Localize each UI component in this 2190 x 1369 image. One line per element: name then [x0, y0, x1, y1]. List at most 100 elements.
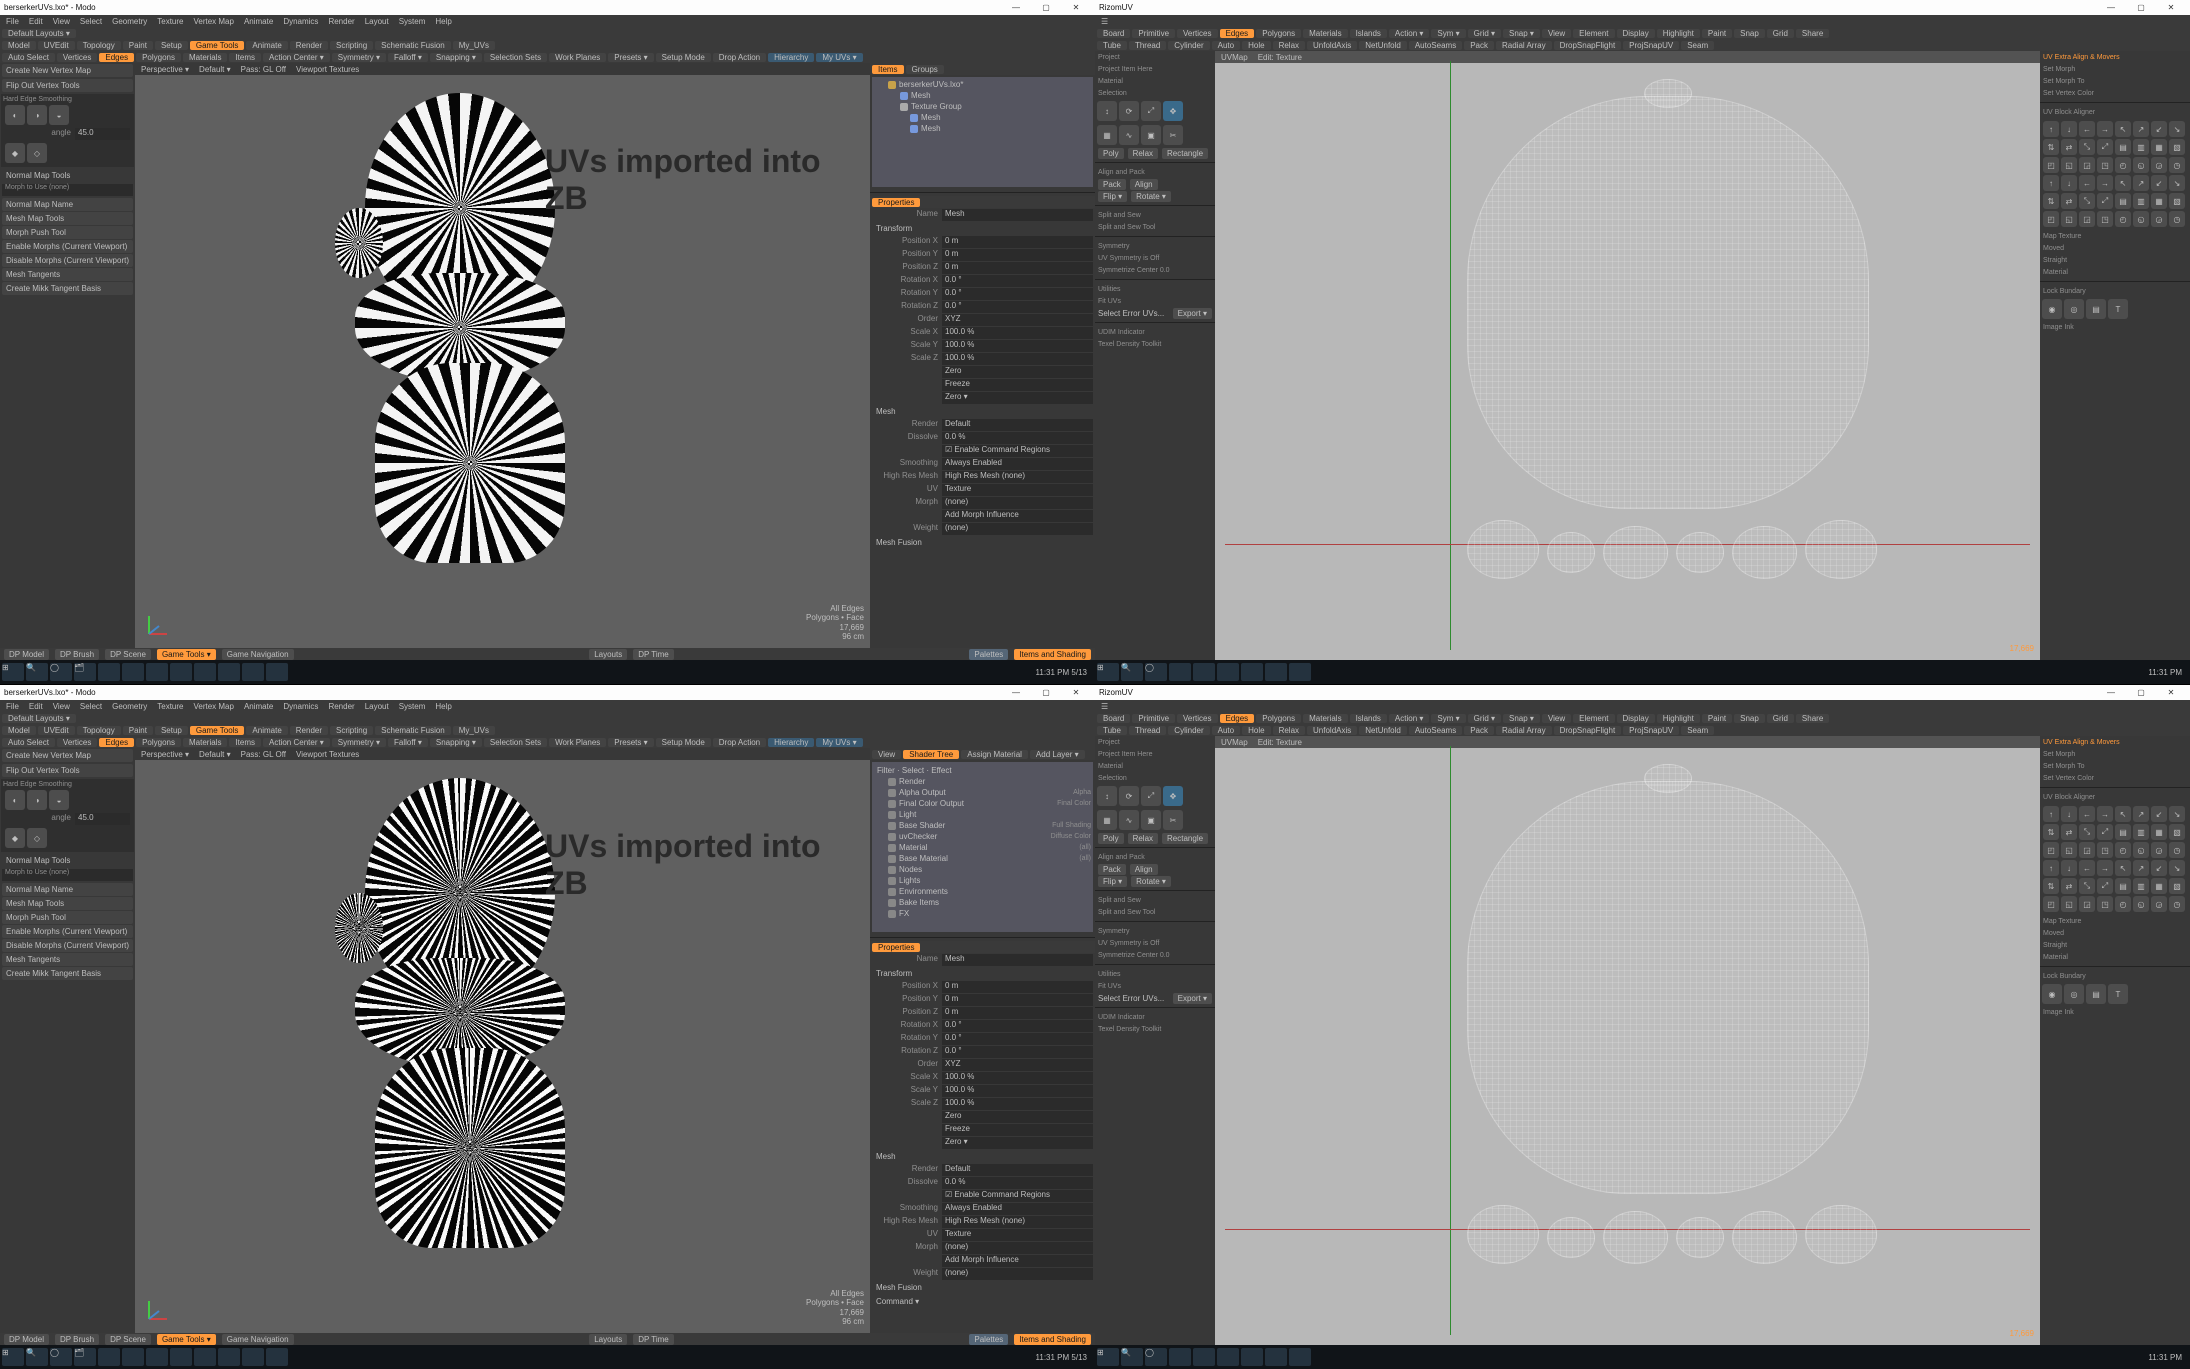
uv-ink3-icon[interactable]: ▤ — [2086, 984, 2106, 1004]
max-icon[interactable]: ▢ — [1031, 3, 1061, 12]
uv-project[interactable]: Project — [1095, 736, 1215, 748]
align-tool-2-icon[interactable]: ← — [2079, 121, 2095, 137]
sec-mesh[interactable]: Mesh — [872, 1150, 1093, 1163]
app7-icon[interactable] — [242, 663, 264, 681]
uv-fit[interactable]: Fit UVs — [1095, 295, 1215, 307]
uv-splitsew-tool[interactable]: Split and Sew Tool — [1095, 221, 1215, 233]
uv-ink1-icon[interactable]: ◉ — [2042, 984, 2062, 1004]
quick-hierarchy[interactable]: Hierarchy — [768, 53, 814, 62]
item-tree[interactable]: berserkerUVs.lxo* Mesh Texture Group Mes… — [872, 77, 1093, 187]
align-tool-30-icon[interactable]: ↙ — [2151, 175, 2167, 191]
tab-vertices[interactable]: Vertices — [1177, 714, 1217, 723]
align-tool-28-icon[interactable]: ↖ — [2115, 175, 2131, 191]
prop-rotation-z[interactable]: 0.0 ° — [942, 1046, 1093, 1058]
tab-tube[interactable]: Tube — [1097, 41, 1127, 50]
modo-menubar[interactable]: FileEditViewSelectGeometryTextureVertex … — [0, 700, 1095, 712]
tab-setup-mode[interactable]: Setup Mode — [656, 53, 711, 62]
vp-default-[interactable]: Default ▾ — [199, 750, 231, 759]
tab-action-center-[interactable]: Action Center ▾ — [263, 53, 330, 62]
uv-material[interactable]: Material — [1095, 760, 1215, 772]
properties-tab[interactable]: Properties — [872, 198, 920, 207]
clock2[interactable]: 11:31 PM — [2142, 1353, 2188, 1362]
prop-position-z[interactable]: 0 m — [942, 262, 1093, 274]
uv-flip-btn[interactable]: Flip ▾ — [1098, 191, 1127, 202]
shader-light[interactable]: Light — [874, 809, 1091, 820]
hardedge-c-icon[interactable]: ◒ — [49, 790, 69, 810]
item-normal-map-name[interactable]: Normal Map Name — [2, 198, 133, 211]
app8-icon[interactable] — [266, 663, 288, 681]
menu-render[interactable]: Render — [328, 17, 354, 26]
menu-file[interactable]: File — [6, 17, 19, 26]
uv-selerr[interactable]: Select Error UVs... — [1098, 309, 1164, 318]
tab-unfoldaxis[interactable]: UnfoldAxis — [1307, 726, 1357, 735]
align-tool-35-icon[interactable]: ⤢ — [2097, 878, 2113, 894]
tab-game-tools[interactable]: Game Tools — [190, 726, 245, 735]
modo-menubar[interactable]: FileEditViewSelectGeometryTextureVertex … — [0, 15, 1095, 27]
uv-mode-tabs[interactable]: BoardPrimitiveVerticesEdgesPolygonsMater… — [1095, 27, 2190, 39]
tab-sym-[interactable]: Sym ▾ — [1431, 714, 1465, 723]
tab-seam[interactable]: Seam — [1681, 726, 1714, 735]
align-tool-11-icon[interactable]: ⤢ — [2097, 824, 2113, 840]
app22-icon[interactable] — [1193, 1348, 1215, 1366]
align-tool-13-icon[interactable]: ▥ — [2133, 824, 2149, 840]
command-row[interactable]: Command ▾ — [872, 1295, 1093, 1308]
align-tool-21-icon[interactable]: ◵ — [2133, 157, 2149, 173]
align-tool-14-icon[interactable]: ▦ — [2151, 824, 2167, 840]
tab-work-planes[interactable]: Work Planes — [549, 738, 606, 747]
uv-rotate-icon[interactable]: ⟳ — [1119, 786, 1139, 806]
prop-high-res-mesh[interactable]: High Res Mesh (none) — [942, 471, 1093, 483]
prop-[interactable]: ☑ Enable Command Regions — [942, 1190, 1093, 1202]
palettes-btn[interactable]: Palettes — [969, 649, 1008, 660]
uv-tex-straight[interactable]: Straight — [2040, 254, 2190, 266]
tab-topology[interactable]: Topology — [77, 41, 121, 50]
dptime-btn[interactable]: DP Time — [633, 649, 674, 660]
tab-board[interactable]: Board — [1097, 714, 1130, 723]
hardedge-b-icon[interactable]: ◑ — [27, 105, 47, 125]
align-tool-37-icon[interactable]: ▥ — [2133, 193, 2149, 209]
uv-poly-btn[interactable]: Poly — [1098, 833, 1124, 844]
smooth-b-icon[interactable]: ◇ — [27, 143, 47, 163]
tab-radial-array[interactable]: Radial Array — [1496, 41, 1552, 50]
tab-game-tools[interactable]: Game Tools — [190, 41, 245, 50]
prop-scale-y[interactable]: 100.0 % — [942, 340, 1093, 352]
min-icon[interactable]: — — [1001, 688, 1031, 697]
uv-min-icon[interactable]: — — [2096, 688, 2126, 697]
uv-sym-off[interactable]: UV Symmetry is Off — [1095, 937, 1215, 949]
align-tool-10-icon[interactable]: ⤡ — [2079, 824, 2095, 840]
prop-high-res-mesh[interactable]: High Res Mesh (none) — [942, 1216, 1093, 1228]
shader-bake-items[interactable]: Bake Items — [874, 897, 1091, 908]
align-tool-36-icon[interactable]: ▤ — [2115, 193, 2131, 209]
uv-move-icon[interactable]: ↕ — [1097, 101, 1117, 121]
prop-position-y[interactable]: 0 m — [942, 994, 1093, 1006]
layout-tabs[interactable]: ModelUVEditTopologyPaintSetupGame ToolsA… — [0, 39, 1095, 51]
tab-uvedit[interactable]: UVEdit — [38, 726, 75, 735]
prop-scale-x[interactable]: 100.0 % — [942, 1072, 1093, 1084]
tab-uvedit[interactable]: UVEdit — [38, 41, 75, 50]
vp-viewport-textures[interactable]: Viewport Textures — [296, 750, 359, 759]
dpmodel-tab[interactable]: DP Model — [4, 649, 49, 660]
hardedge-a-icon[interactable]: ◐ — [5, 105, 25, 125]
align-tool-34-icon[interactable]: ⤡ — [2079, 193, 2095, 209]
item-enable-morphs-current-viewport-[interactable]: Enable Morphs (Current Viewport) — [2, 240, 133, 253]
morph-select[interactable]: Morph to Use (none) — [2, 869, 133, 881]
uv-fit[interactable]: Fit UVs — [1095, 980, 1215, 992]
app3-icon[interactable] — [146, 1348, 168, 1366]
app25-icon[interactable] — [1265, 663, 1287, 681]
tab-vertices[interactable]: Vertices — [1177, 29, 1217, 38]
prop-[interactable]: Add Morph Influence — [942, 510, 1093, 522]
uv-transform-icon[interactable]: ✥ — [1163, 786, 1183, 806]
max-icon[interactable]: ▢ — [1031, 688, 1061, 697]
align-tool-27-icon[interactable]: → — [2097, 175, 2113, 191]
prop-rotation-x[interactable]: 0.0 ° — [942, 275, 1093, 287]
tab-netunfold[interactable]: NetUnfold — [1359, 726, 1407, 735]
uv-export[interactable]: Export ▾ — [1173, 993, 1212, 1004]
align-tool-44-icon[interactable]: ◴ — [2115, 896, 2131, 912]
tab-board[interactable]: Board — [1097, 29, 1130, 38]
align-tool-24-icon[interactable]: ↑ — [2043, 860, 2059, 876]
prop-scale-x[interactable]: 100.0 % — [942, 327, 1093, 339]
align-tool-39-icon[interactable]: ▧ — [2169, 878, 2185, 894]
uv-udim[interactable]: UDIM Indicator — [1095, 326, 1215, 338]
uv-tex-moved[interactable]: Moved — [2040, 242, 2190, 254]
app21-icon[interactable] — [1169, 663, 1191, 681]
prop-morph[interactable]: (none) — [942, 497, 1093, 509]
